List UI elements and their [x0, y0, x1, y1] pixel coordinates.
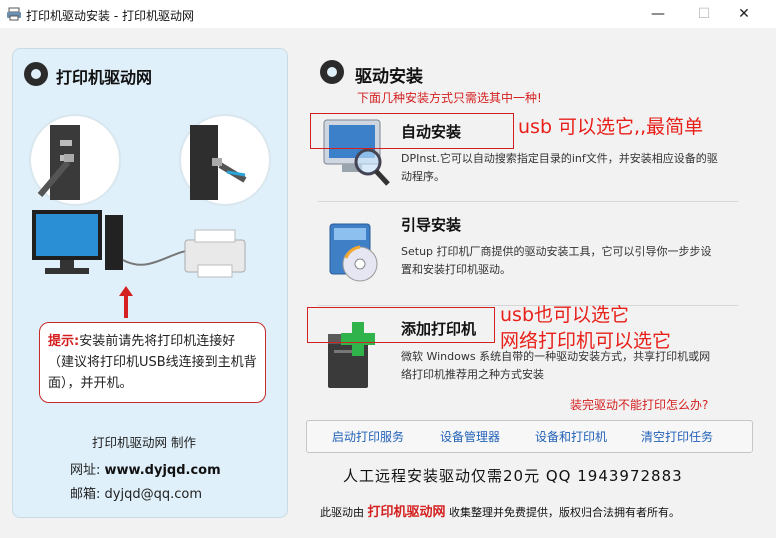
remote-service-text: 人工远程安装驱动仅需20元 QQ 1943972883 [343, 467, 683, 485]
install-subtitle: 下面几种安装方式只需选其中一种! [357, 91, 542, 105]
gear-icon [24, 62, 48, 86]
window-title: 打印机驱动安装 - 打印机驱动网 [26, 9, 194, 23]
maximize-button[interactable]: ☐ [684, 0, 724, 28]
title-bar: 打印机驱动安装 - 打印机驱动网 — ☐ ✕ [0, 0, 776, 28]
minimize-button[interactable]: — [638, 0, 678, 28]
copyright-prefix: 此驱动由 [320, 506, 364, 519]
maker-label: 打印机驱动网 制作 [92, 435, 196, 450]
up-arrow-icon [119, 286, 133, 318]
annotation-add-line1: usb也可以选它 [500, 304, 630, 326]
tip-label: 提示: [48, 334, 80, 349]
start-print-service-link[interactable]: 启动打印服务 [332, 428, 404, 445]
annotation-auto: usb 可以选它,,最简单 [518, 116, 704, 138]
cannot-print-help-link[interactable]: 装完驱动不能打印怎么办? [570, 396, 708, 413]
setup-disc-icon [329, 223, 378, 282]
left-heading: 打印机驱动网 [56, 68, 153, 87]
clear-print-jobs-link[interactable]: 清空打印任务 [641, 428, 713, 445]
devices-and-printers-link[interactable]: 设备和打印机 [535, 428, 607, 445]
copyright-site[interactable]: 打印机驱动网 [368, 505, 446, 520]
add-printer-button[interactable]: 添加打印机 [401, 318, 476, 339]
email-value: dyjqd@qq.com [104, 487, 202, 502]
tip-body: 安装前请先将打印机连接好（建议将打印机USB线连接到主机背面），并开机。 [48, 334, 257, 391]
auto-install-description: DPInst.它可以自动搜索指定目录的inf文件，并安装相应设备的驱动程序。 [401, 152, 718, 183]
usb-connection-illustration [29, 114, 271, 278]
website-line: 网址: www.dyjqd.com [70, 459, 221, 478]
add-printer-description: 微软 Windows 系统自带的一种驱动安装方式，共享打印机或网络打印机推荐用之… [401, 350, 711, 381]
guided-install-description: Setup 打印机厂商提供的驱动安装工具，它可以引导你一步步设置和安装打印机驱动… [401, 245, 712, 276]
copyright-suffix: 收集整理并免费提供，版权归合法拥有者所有。 [449, 506, 681, 519]
auto-install-button[interactable]: 自动安装 [401, 121, 461, 142]
printer-app-icon [7, 7, 21, 21]
email-line: 邮箱: dyjqd@qq.com [70, 483, 202, 502]
divider [318, 201, 738, 202]
website-value: www.dyjqd.com [104, 463, 221, 478]
website-label: 网址: [70, 463, 101, 478]
device-manager-link[interactable]: 设备管理器 [440, 428, 500, 445]
right-heading: 驱动安装 [355, 67, 423, 87]
annotation-add-line2: 网络打印机可以选它 [500, 330, 672, 352]
close-button[interactable]: ✕ [724, 0, 764, 28]
gear-icon [320, 60, 344, 84]
email-label: 邮箱: [70, 487, 101, 502]
copyright-text: 此驱动由 打印机驱动网 收集整理并免费提供，版权归合法拥有者所有。 [320, 501, 680, 520]
guided-install-button[interactable]: 引导安装 [401, 214, 461, 235]
tip-text: 提示:安装前请先将打印机连接好（建议将打印机USB线连接到主机背面），并开机。 [48, 331, 260, 394]
